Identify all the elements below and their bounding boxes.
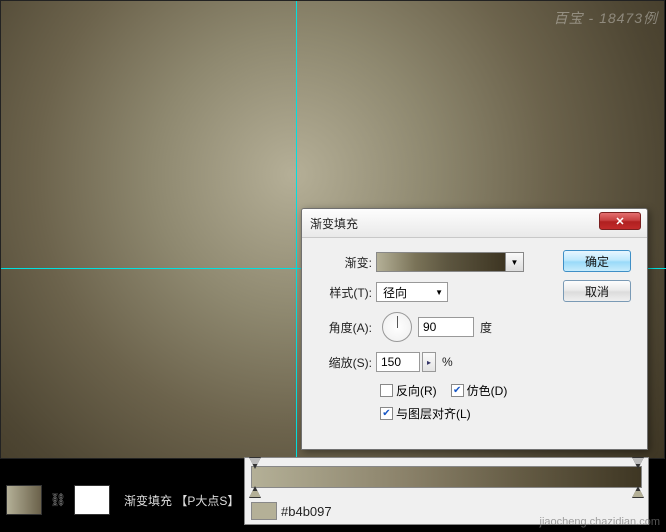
gradient-preview[interactable]	[376, 252, 506, 272]
align-label: 与图层对齐(L)	[396, 405, 471, 422]
scale-stepper[interactable]: ▸	[422, 352, 436, 372]
dialog-titlebar[interactable]: 渐变填充 ✕	[302, 209, 647, 238]
chevron-right-icon: ▸	[427, 358, 431, 367]
angle-dial[interactable]	[382, 312, 412, 342]
reverse-label: 反向(R)	[396, 382, 437, 399]
align-checkbox[interactable]: ✔ 与图层对齐(L)	[380, 405, 471, 422]
dialog-title: 渐变填充	[310, 215, 358, 232]
layer-mask-thumbnail[interactable]	[74, 485, 110, 515]
gradient-track[interactable]	[251, 466, 642, 488]
guide-vertical	[296, 1, 297, 460]
checkbox-box	[380, 384, 393, 397]
layer-thumbnail[interactable]	[6, 485, 42, 515]
angle-unit: 度	[480, 319, 492, 336]
dither-checkbox[interactable]: ✔ 仿色(D)	[451, 382, 508, 399]
style-select[interactable]: 径向 ▼	[376, 282, 448, 302]
close-icon: ✕	[615, 215, 624, 228]
dither-label: 仿色(D)	[467, 382, 508, 399]
link-icon[interactable]: ⛓	[50, 491, 66, 509]
scale-unit: %	[442, 355, 453, 369]
gradient-label: 渐变:	[314, 254, 372, 271]
layer-panel: ⛓ 渐变填充 【P大点S】	[0, 480, 280, 520]
reverse-checkbox[interactable]: 反向(R)	[380, 382, 437, 399]
layer-name: 渐变填充 【P大点S】	[124, 492, 239, 509]
gradient-editor: #b4b097	[244, 457, 649, 525]
ok-button[interactable]: 确定	[563, 250, 631, 272]
style-value: 径向	[383, 284, 407, 301]
scale-input[interactable]: 150	[376, 352, 420, 372]
checkbox-box: ✔	[380, 407, 393, 420]
cancel-button-label: 取消	[585, 283, 609, 300]
ok-button-label: 确定	[585, 253, 609, 270]
scale-value: 150	[381, 355, 401, 369]
checkbox-box: ✔	[451, 384, 464, 397]
close-button[interactable]: ✕	[599, 212, 641, 230]
angle-label: 角度(A):	[314, 319, 372, 336]
gradient-picker-button[interactable]: ▼	[506, 252, 524, 272]
angle-input[interactable]: 90	[418, 317, 474, 337]
chevron-down-icon: ▼	[435, 288, 443, 297]
style-label: 样式(T):	[314, 284, 372, 301]
scale-label: 缩放(S):	[314, 354, 372, 371]
watermark-bottom: jiaocheng.chazidian.com	[540, 516, 660, 528]
hex-swatch[interactable]	[251, 502, 277, 520]
gradient-fill-dialog: 渐变填充 ✕ 确定 取消 渐变: ▼ 样式(T): 径向 ▼ 角度(A):	[301, 208, 648, 450]
hex-value: #b4b097	[281, 504, 332, 519]
cancel-button[interactable]: 取消	[563, 280, 631, 302]
watermark-top: 百宝 - 18473例	[554, 8, 658, 28]
dialog-body: 确定 取消 渐变: ▼ 样式(T): 径向 ▼ 角度(A): 90 度	[302, 238, 647, 449]
angle-value: 90	[423, 320, 436, 334]
chevron-down-icon: ▼	[511, 258, 519, 267]
